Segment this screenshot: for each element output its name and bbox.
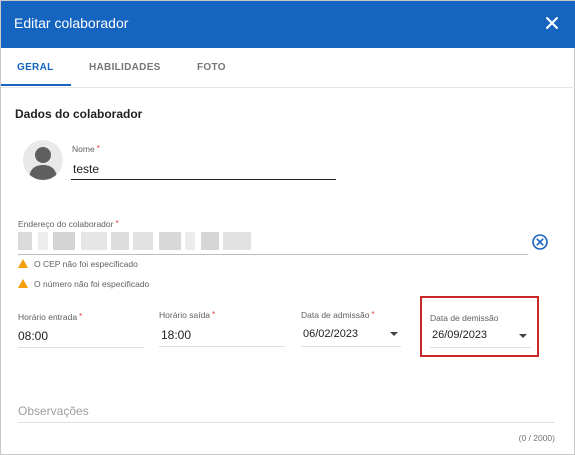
horario-saida-underline xyxy=(159,346,285,347)
required-marker: * xyxy=(115,219,119,228)
redacted-block xyxy=(111,232,129,250)
horario-saida-input[interactable]: 18:00 xyxy=(161,328,191,342)
highlight-box xyxy=(420,296,539,357)
redacted-block xyxy=(201,232,219,250)
redacted-block xyxy=(185,232,195,250)
nome-input[interactable]: teste xyxy=(73,162,99,176)
endereco-label: Endereço do colaborador * xyxy=(18,219,119,229)
horario-entrada-label: Horário entrada * xyxy=(18,312,82,322)
dialog-title: Editar colaborador xyxy=(14,15,129,31)
horario-entrada-input[interactable]: 08:00 xyxy=(18,329,48,343)
tab-bar: GERAL HABILIDADES FOTO xyxy=(1,48,575,88)
data-admissao-select[interactable]: 06/02/2023 xyxy=(303,328,358,340)
warning-triangle-icon xyxy=(18,259,28,268)
tab-habilidades[interactable]: HABILIDADES xyxy=(89,62,161,73)
redacted-block xyxy=(18,232,32,250)
section-title: Dados do colaborador xyxy=(15,107,143,121)
redacted-block xyxy=(133,232,153,250)
redacted-block xyxy=(159,232,181,250)
redacted-block xyxy=(81,232,107,250)
data-admissao-label: Data de admissão * xyxy=(301,310,375,320)
redacted-block xyxy=(53,232,75,250)
warning-triangle-icon xyxy=(18,279,28,288)
horario-saida-label-text: Horário saída xyxy=(159,310,211,320)
data-admissao-label-text: Data de admissão xyxy=(301,310,370,320)
horario-entrada-label-text: Horário entrada xyxy=(18,312,78,322)
tab-geral[interactable]: GERAL xyxy=(17,62,54,73)
observacoes-underline xyxy=(18,422,555,423)
nome-label-text: Nome xyxy=(72,144,95,154)
edit-collaborator-dialog: Editar colaborador GERAL HABILIDADES FOT… xyxy=(0,0,575,455)
required-marker: * xyxy=(79,312,83,321)
horario-entrada-underline xyxy=(18,347,144,348)
redacted-block xyxy=(38,232,48,250)
close-icon[interactable] xyxy=(542,13,562,33)
warning-cep: O CEP não foi especificado xyxy=(18,259,138,269)
warning-numero: O número não foi especificado xyxy=(18,279,149,289)
nome-label: Nome * xyxy=(72,144,100,154)
redacted-block xyxy=(223,232,251,250)
observacoes-input[interactable]: Observações xyxy=(18,404,89,418)
endereco-underline xyxy=(18,254,528,255)
warning-cep-text: O CEP não foi especificado xyxy=(34,259,138,269)
dialog-titlebar: Editar colaborador xyxy=(1,1,575,48)
data-admissao-underline xyxy=(301,346,401,347)
tab-foto[interactable]: FOTO xyxy=(197,62,226,73)
horario-saida-label: Horário saída * xyxy=(159,310,215,320)
clear-circle-icon[interactable] xyxy=(531,233,549,251)
character-counter: (0 / 2000) xyxy=(518,433,555,443)
person-avatar-icon xyxy=(23,140,63,180)
endereco-label-text: Endereço do colaborador xyxy=(18,219,114,229)
nome-underline xyxy=(71,179,336,180)
warning-numero-text: O número não foi especificado xyxy=(34,279,150,289)
required-marker: * xyxy=(96,144,100,153)
required-marker: * xyxy=(212,310,216,319)
active-tab-indicator xyxy=(1,84,71,86)
required-marker: * xyxy=(371,310,375,319)
chevron-down-icon[interactable] xyxy=(390,332,398,336)
